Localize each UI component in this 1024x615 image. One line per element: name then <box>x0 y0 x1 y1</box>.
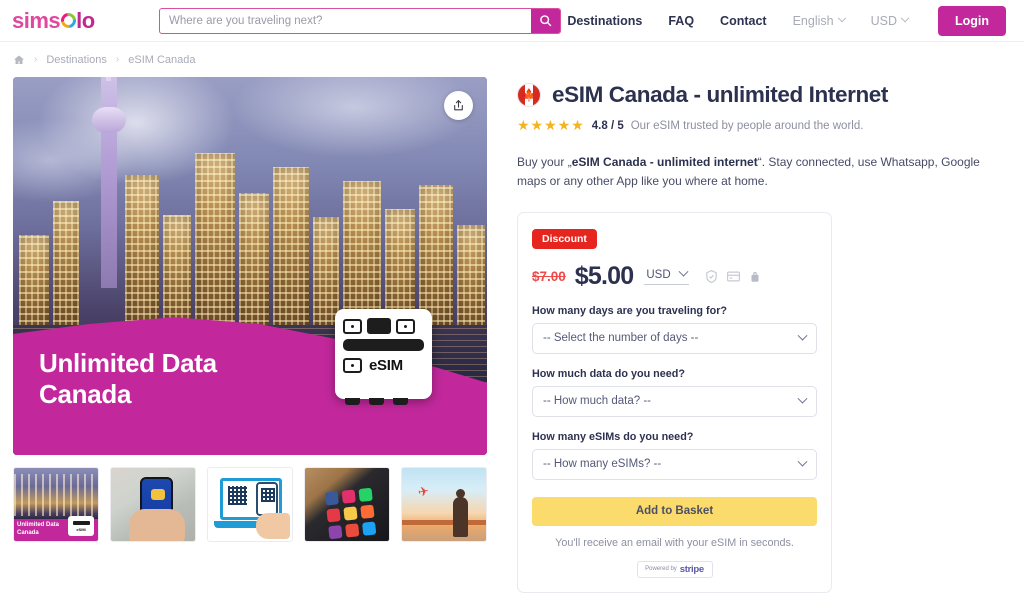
stripe-badge: Powered by stripe <box>636 560 713 578</box>
app-icons-grid <box>324 487 377 540</box>
thumbnail-hand-holding-phone[interactable] <box>110 467 196 542</box>
days-label: How many days are you traveling for? <box>532 304 727 317</box>
search-bar[interactable] <box>159 7 561 34</box>
product-title-row: 🍁 eSIM Canada - unlimited Internet <box>517 82 1011 108</box>
chevron-down-icon <box>837 13 846 22</box>
thumbnail-strip: Unlimited Data Canada eSIM ✈ <box>13 467 487 542</box>
logo-text-o: o <box>81 7 95 33</box>
phone-scanning-illustration <box>256 482 278 516</box>
breadcrumb-item-destinations[interactable]: Destinations <box>46 54 107 66</box>
product-details-column: 🍁 eSIM Canada - unlimited Internet ★★★★★… <box>517 77 1011 593</box>
breadcrumb-separator: › <box>34 54 38 65</box>
esim-count-select[interactable]: -- How many eSIMs? -- <box>532 448 817 480</box>
hand-illustration <box>129 509 185 541</box>
esim-chip-graphic: eSIM <box>335 309 432 405</box>
page-body: Unlimited Data Canada eSIM Unlimited Dat… <box>0 77 1024 593</box>
search-button[interactable] <box>531 8 560 33</box>
data-label: How much data do you need? <box>532 367 685 380</box>
qr-code-icon <box>228 486 247 505</box>
hero-banner-title: Unlimited Data Canada <box>39 348 217 411</box>
chevron-down-icon <box>797 393 808 404</box>
thumbnail-traveler-airport[interactable]: ✈ <box>401 467 487 542</box>
stripe-powered-label: Powered by <box>645 566 677 573</box>
traveler-silhouette <box>453 489 468 537</box>
breadcrumb-separator: › <box>115 54 120 65</box>
esim-count-label: How many eSIMs do you need? <box>532 430 694 443</box>
days-select-value: -- Select the number of days -- <box>543 332 699 345</box>
nav-item-faq[interactable]: FAQ <box>668 14 694 28</box>
home-icon[interactable] <box>13 54 25 66</box>
railing <box>402 520 486 525</box>
site-logo[interactable]: sims l o <box>12 8 120 34</box>
chevron-down-icon <box>797 330 808 341</box>
thumbnail-esim-chip: eSIM <box>68 516 94 536</box>
chevron-down-icon <box>678 267 689 277</box>
lock-tag-icon <box>751 271 759 282</box>
page-title: eSIM Canada - unlimited Internet <box>552 82 888 107</box>
stripe-logo: stripe <box>679 563 704 575</box>
days-select[interactable]: -- Select the number of days -- <box>532 322 817 354</box>
nav-item-contact[interactable]: Contact <box>720 14 767 28</box>
thumbnail-caption: Unlimited Data Canada <box>17 522 59 537</box>
data-select-value: -- How much data? -- <box>543 395 652 408</box>
canada-flag-icon: 🍁 <box>517 83 541 107</box>
chevron-down-icon <box>900 13 910 22</box>
airplane-icon: ✈ <box>416 483 431 500</box>
site-header: simslo Destinations FAQ Contact English … <box>0 0 1024 42</box>
desc-bold: eSIM Canada - unlimited internet <box>571 155 758 169</box>
currency-label: USD <box>870 13 897 28</box>
chevron-down-icon <box>797 456 808 467</box>
thumbnail-laptop-qr-scan[interactable] <box>207 467 293 542</box>
search-icon <box>540 15 552 27</box>
currency-selector[interactable]: USD <box>870 13 910 28</box>
rating-row: ★★★★★ 4.8 / 5 Our eSIM trusted by people… <box>517 117 1011 134</box>
current-price: $5.00 <box>574 261 634 290</box>
language-label: English <box>792 13 834 28</box>
delivery-note: You'll receive an email with your eSIM i… <box>555 536 794 549</box>
share-upload-icon <box>454 100 463 111</box>
esim-chip-label: eSIM <box>369 357 403 374</box>
purchase-card: Discount $7.00 $5.00 USD How many days a… <box>517 211 832 593</box>
main-nav: Destinations FAQ Contact English USD Log… <box>567 5 1010 36</box>
hero-title-line1: Unlimited Data <box>39 347 217 378</box>
nav-item-destinations[interactable]: Destinations <box>567 14 642 28</box>
language-selector[interactable]: English <box>792 13 846 28</box>
search-input[interactable] <box>160 8 531 33</box>
desc-part1: Buy your „ <box>517 155 572 169</box>
breadcrumb-item-esim-canada[interactable]: eSIM Canada <box>128 54 195 66</box>
old-price: $7.00 <box>532 268 566 284</box>
hero-title-line2: Canada <box>39 379 132 410</box>
esim-count-select-value: -- How many eSIMs? -- <box>543 458 662 471</box>
gallery-column: Unlimited Data Canada eSIM Unlimited Dat… <box>13 77 487 542</box>
thumbnail-hero-toronto-banner[interactable]: Unlimited Data Canada eSIM <box>13 467 99 542</box>
add-to-basket-button[interactable]: Add to Basket <box>532 496 817 526</box>
star-rating-icon: ★★★★★ <box>517 117 585 133</box>
rating-value: 4.8 / 5 <box>591 119 624 132</box>
shield-check-icon <box>705 269 717 283</box>
discount-badge: Discount <box>532 228 597 249</box>
thumbnail-phone-apps[interactable] <box>304 467 390 542</box>
trust-icons <box>704 269 762 284</box>
breadcrumb: › Destinations › eSIM Canada <box>0 42 1024 77</box>
currency-select[interactable]: USD <box>644 267 689 285</box>
login-button[interactable]: Login <box>937 5 1006 36</box>
thumbnail-chip-label: eSIM <box>76 526 86 532</box>
data-select[interactable]: -- How much data? -- <box>532 385 817 417</box>
rating-caption: Our eSIM trusted by people around the wo… <box>630 119 864 132</box>
price-row: $7.00 $5.00 USD <box>532 262 817 291</box>
thumbnail-caption-line1: Unlimited Data <box>17 522 60 528</box>
share-button[interactable] <box>444 91 473 120</box>
credit-card-icon <box>726 271 740 282</box>
currency-value: USD <box>646 268 671 281</box>
thumbnail-caption-line2: Canada <box>17 529 39 536</box>
hand-illustration <box>256 513 290 539</box>
product-description: Buy your „eSIM Canada - unlimited intern… <box>517 153 995 192</box>
hero-image[interactable]: Unlimited Data Canada eSIM <box>13 77 487 455</box>
logo-text-sims: sims <box>12 7 61 33</box>
